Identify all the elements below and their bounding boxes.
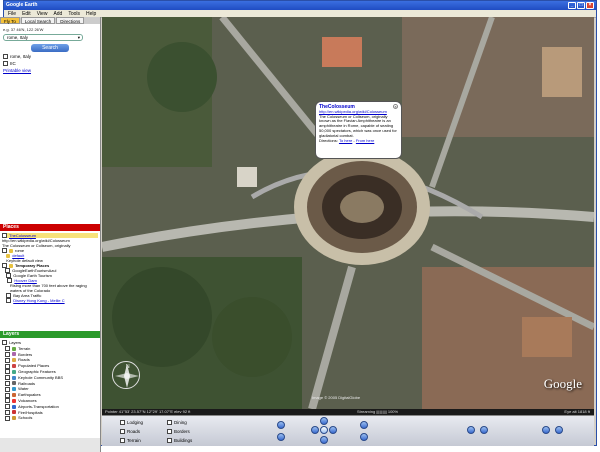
- layer-toggle-borders[interactable]: Borders: [167, 429, 190, 434]
- pan-up-button[interactable]: [320, 417, 328, 425]
- reset-north-button[interactable]: [320, 426, 328, 434]
- left-sidebar: Fly To Local Search Directions e.g. 37 4…: [0, 17, 101, 452]
- zoom-out-button[interactable]: [277, 433, 285, 441]
- search-query-text: rome, Italy: [7, 35, 29, 40]
- search-input[interactable]: rome, Italy ▾: [3, 34, 83, 41]
- from-here-link[interactable]: From here: [356, 138, 374, 143]
- layers-tree: Layers Terrain Borders Roads Populated P…: [0, 338, 100, 438]
- info-balloon: × TheColosseum http://en.wikipedia.org/w…: [315, 101, 402, 159]
- pan-left-button[interactable]: [311, 426, 319, 434]
- maximize-button[interactable]: □: [577, 2, 585, 9]
- compass-icon[interactable]: N: [112, 361, 140, 389]
- places-tree: TheColosseum http://en.wikipedia.org/wik…: [0, 231, 100, 331]
- search-panel: e.g. 37 46'N, 122 26'W rome, Italy ▾ Sea…: [0, 24, 100, 224]
- result-label[interactable]: rome, Italy: [10, 54, 31, 59]
- pause-tour-button[interactable]: [480, 426, 488, 434]
- window-title: Google Earth: [6, 2, 38, 8]
- view-reset-button[interactable]: [542, 426, 550, 434]
- layer-toggle-lodging[interactable]: Lodging: [120, 420, 143, 425]
- result-item[interactable]: IIC: [3, 61, 97, 66]
- printable-view-link[interactable]: Printable view: [3, 68, 97, 73]
- pan-down-button[interactable]: [320, 436, 328, 444]
- result-checkbox[interactable]: [3, 54, 8, 59]
- search-hint: e.g. 37 46'N, 122 26'W: [3, 27, 44, 32]
- title-bar: Google Earth _ □ ×: [4, 1, 596, 10]
- result-checkbox[interactable]: [3, 61, 8, 66]
- satellite-map-view[interactable]: × TheColosseum http://en.wikipedia.org/w…: [102, 17, 594, 409]
- tilt-button[interactable]: [360, 433, 368, 441]
- satellite-imagery: [102, 17, 594, 409]
- balloon-directions: Directions: To here - From here: [319, 137, 375, 143]
- layers-header[interactable]: Layers: [0, 331, 100, 338]
- place-item[interactable]: Disney Hong Kong - Mellie C: [2, 298, 98, 303]
- search-button[interactable]: Search: [31, 44, 69, 52]
- layer-toggle-dining[interactable]: Dining: [167, 420, 187, 425]
- result-item[interactable]: rome, Italy: [3, 54, 97, 59]
- close-icon[interactable]: ×: [393, 104, 398, 109]
- chevron-down-icon[interactable]: ▾: [78, 35, 80, 41]
- tab-fly-to[interactable]: Fly To: [0, 17, 20, 24]
- folder-icon: [6, 253, 11, 258]
- menu-edit[interactable]: Edit: [22, 10, 31, 17]
- menu-tools[interactable]: Tools: [68, 10, 80, 17]
- imagery-attribution: Image © 2005 DigitalGlobe: [312, 395, 361, 400]
- layer-item[interactable]: Schools: [2, 415, 98, 421]
- search-tabs: Fly To Local Search Directions: [0, 17, 100, 24]
- folder-icon: [9, 263, 13, 268]
- google-logo: Google: [543, 376, 582, 391]
- layer-toggle-buildings[interactable]: Buildings: [167, 438, 192, 443]
- folder-icon: [9, 248, 13, 253]
- fullscreen-button[interactable]: [555, 426, 563, 434]
- layer-toggle-roads[interactable]: Roads: [120, 429, 140, 434]
- result-label[interactable]: IIC: [10, 61, 16, 66]
- place-note: Rising more than 700 feet above the ragi…: [10, 283, 87, 293]
- svg-text:N: N: [126, 364, 130, 370]
- minimize-button[interactable]: _: [568, 2, 576, 9]
- layer-toggle-terrain[interactable]: Terrain: [120, 438, 141, 443]
- tab-directions[interactable]: Directions: [56, 17, 85, 24]
- tab-local-search[interactable]: Local Search: [20, 17, 56, 24]
- balloon-body: The Colosseum or Coliseum, originally kn…: [319, 113, 397, 138]
- places-header[interactable]: Places: [0, 224, 100, 231]
- menu-help[interactable]: Help: [86, 10, 96, 17]
- play-tour-button[interactable]: [467, 426, 475, 434]
- menu-add[interactable]: Add: [53, 10, 62, 17]
- rotate-left-button[interactable]: [277, 421, 285, 429]
- rotate-right-button[interactable]: [360, 421, 368, 429]
- to-here-link[interactable]: To here: [339, 138, 352, 143]
- menu-file[interactable]: File: [8, 10, 16, 17]
- close-button[interactable]: ×: [586, 2, 594, 9]
- pointer-readout: Pointer 41°53' 23.57"N 12°29' 17.07"E el…: [105, 409, 191, 414]
- menu-view[interactable]: View: [37, 10, 48, 17]
- bottom-toolbar: Lodging Dining Roads Borders Terrain Bui…: [102, 415, 594, 446]
- pan-right-button[interactable]: [329, 426, 337, 434]
